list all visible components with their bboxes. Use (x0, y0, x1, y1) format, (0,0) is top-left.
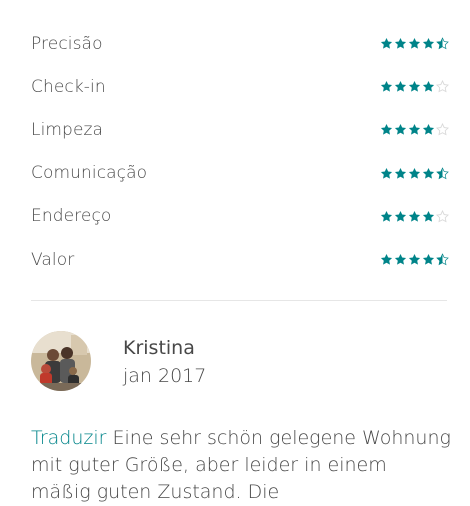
star-filled-icon (380, 254, 393, 265)
star-filled-icon (408, 254, 421, 265)
star-filled-icon (394, 167, 407, 179)
star-rating (380, 37, 449, 50)
star-filled-icon (422, 210, 435, 222)
rating-label: Valor (31, 249, 75, 270)
rating-label: Endereço (31, 206, 112, 227)
rating-row-limpeza: Limpeza (31, 108, 449, 151)
star-half-icon (436, 253, 449, 266)
star-filled-icon (394, 254, 407, 265)
review-text-block: Traduzir Eine sehr schön gelegene Wohnun… (31, 425, 451, 506)
section-divider (31, 300, 447, 301)
star-filled-icon (380, 124, 393, 136)
star-filled-icon (422, 124, 435, 136)
star-rating (380, 253, 449, 266)
rating-label: Precisão (31, 33, 103, 54)
reviewer-name: Kristina (123, 337, 195, 359)
star-filled-icon (394, 81, 407, 92)
star-filled-icon (408, 210, 421, 222)
star-filled-icon (380, 38, 393, 49)
rating-label: Limpeza (31, 119, 104, 140)
avatar-photo (31, 331, 91, 391)
star-filled-icon (422, 38, 435, 49)
star-rating (380, 80, 449, 93)
star-filled-icon (380, 81, 393, 92)
star-empty-icon (436, 209, 449, 223)
star-filled-icon (408, 167, 421, 179)
avatar[interactable] (31, 331, 91, 391)
rating-row-comunicacao: Comunicação (31, 152, 449, 195)
star-half-icon (436, 166, 449, 179)
star-filled-icon (408, 124, 421, 136)
star-filled-icon (380, 210, 393, 222)
star-rating (380, 166, 449, 180)
star-filled-icon (394, 124, 407, 136)
translate-link[interactable]: Traduzir (31, 427, 106, 449)
star-rating (380, 209, 449, 223)
rating-row-valor: Valor (31, 238, 449, 281)
star-half-icon (436, 37, 449, 50)
star-filled-icon (408, 81, 421, 92)
rating-row-checkin: Check-in (31, 65, 449, 108)
star-filled-icon (394, 210, 407, 222)
star-filled-icon (422, 167, 435, 179)
star-filled-icon (408, 38, 421, 49)
star-rating (380, 123, 449, 136)
star-empty-icon (436, 80, 449, 93)
star-filled-icon (394, 38, 407, 49)
rating-row-precisao: Precisão (31, 22, 449, 65)
star-filled-icon (422, 254, 435, 265)
review-date: jan 2017 (123, 365, 207, 387)
ratings-list: Precisão Check-in Limpeza Comunicação En… (31, 22, 449, 281)
star-filled-icon (380, 167, 393, 179)
star-empty-icon (436, 123, 449, 136)
rating-row-endereco: Endereço (31, 195, 449, 238)
rating-label: Check-in (31, 76, 106, 97)
star-filled-icon (422, 81, 435, 92)
rating-label: Comunicação (31, 163, 148, 184)
